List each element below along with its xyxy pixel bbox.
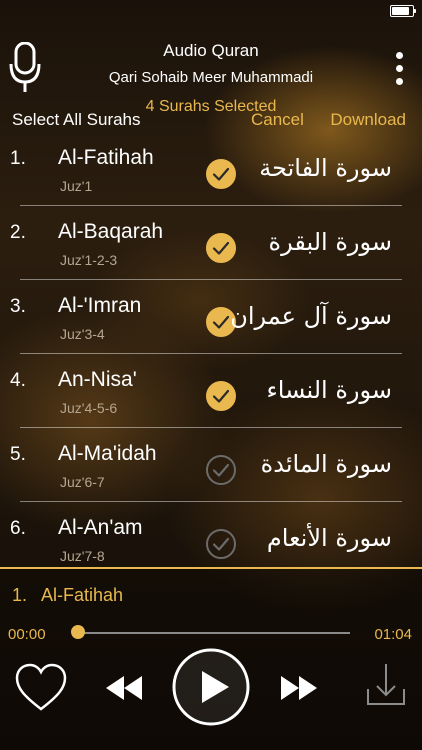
surah-number: 2. <box>10 222 26 243</box>
seek-thumb[interactable] <box>71 625 85 639</box>
surah-juz: Juz'1 <box>60 178 93 194</box>
surah-number: 3. <box>10 296 26 317</box>
more-vertical-icon[interactable] <box>394 52 404 90</box>
surah-name: Al-Ma'idah <box>58 442 157 465</box>
surah-juz: Juz'3-4 <box>60 326 105 342</box>
surah-name: Al-Baqarah <box>58 220 164 243</box>
total-time: 01:04 <box>374 626 412 643</box>
surah-row[interactable]: 2. Al-Baqarah Juz'1-2-3 سورة البقرة <box>0 206 422 280</box>
surah-row[interactable]: 3. Al-'Imran Juz'3-4 سورة آل عمران <box>0 280 422 354</box>
heart-icon[interactable] <box>14 663 68 713</box>
surah-juz: Juz'7-8 <box>60 548 105 564</box>
surah-arabic-name: سورة آل عمران <box>230 302 392 330</box>
app-title: Audio Quran <box>163 41 259 60</box>
download-button[interactable]: Download <box>330 110 406 130</box>
surah-name: Al-An'am <box>58 516 143 539</box>
surah-juz: Juz'4-5-6 <box>60 400 118 416</box>
play-button[interactable] <box>171 647 251 727</box>
surah-arabic-name: سورة النساء <box>266 376 392 404</box>
surah-arabic-name: سورة الأنعام <box>266 524 392 552</box>
download-icon[interactable] <box>365 661 407 707</box>
now-playing: 1. Al-Fatihah <box>12 585 123 606</box>
surah-name: An-Nisa' <box>58 368 137 391</box>
surah-row[interactable]: 6. Al-An'am Juz'7-8 سورة الأنعام <box>0 502 422 568</box>
action-row: Select All Surahs Cancel Download <box>0 110 422 132</box>
checkmark-circle-icon[interactable] <box>205 454 237 486</box>
elapsed-time: 00:00 <box>8 626 46 643</box>
cancel-button[interactable]: Cancel <box>251 110 304 130</box>
now-playing-number: 1. <box>12 585 28 605</box>
reciter-name: Qari Sohaib Meer Muhammadi <box>108 69 314 86</box>
fast-forward-icon[interactable] <box>279 674 319 702</box>
surah-name: Al-'Imran <box>58 294 142 317</box>
surah-juz: Juz'6-7 <box>60 474 105 490</box>
rewind-icon[interactable] <box>104 674 144 702</box>
checkmark-circle-icon[interactable] <box>205 158 237 190</box>
surah-row[interactable]: 5. Al-Ma'idah Juz'6-7 سورة المائدة <box>0 428 422 502</box>
surah-list[interactable]: 1. Al-Fatihah Juz'1 سورة الفاتحة 2. Al-Baqara… <box>0 132 422 568</box>
checkmark-circle-icon[interactable] <box>205 380 237 412</box>
surah-number: 1. <box>10 148 26 169</box>
header: Audio Quran Qari Sohaib Meer Muhammadi 4… <box>0 18 422 115</box>
surah-row[interactable]: 4. An-Nisa' Juz'4-5-6 سورة النساء <box>0 354 422 428</box>
surah-number: 6. <box>10 518 26 539</box>
surah-number: 4. <box>10 370 26 391</box>
surah-arabic-name: سورة المائدة <box>260 450 392 478</box>
checkmark-circle-icon[interactable] <box>205 232 237 264</box>
surah-row[interactable]: 1. Al-Fatihah Juz'1 سورة الفاتحة <box>0 132 422 206</box>
battery-icon <box>390 5 416 17</box>
surah-arabic-name: سورة الفاتحة <box>259 154 392 182</box>
surah-arabic-name: سورة البقرة <box>268 228 392 256</box>
surah-number: 5. <box>10 444 26 465</box>
player: 1. Al-Fatihah 00:00 01:04 <box>0 569 422 750</box>
surah-juz: Juz'1-2-3 <box>60 252 118 268</box>
checkmark-circle-icon[interactable] <box>205 528 237 560</box>
select-all-button[interactable]: Select All Surahs <box>12 110 141 130</box>
surah-name: Al-Fatihah <box>58 146 154 169</box>
now-playing-title: Al-Fatihah <box>41 585 124 605</box>
seek-bar[interactable] <box>78 632 350 634</box>
status-bar <box>0 0 422 20</box>
